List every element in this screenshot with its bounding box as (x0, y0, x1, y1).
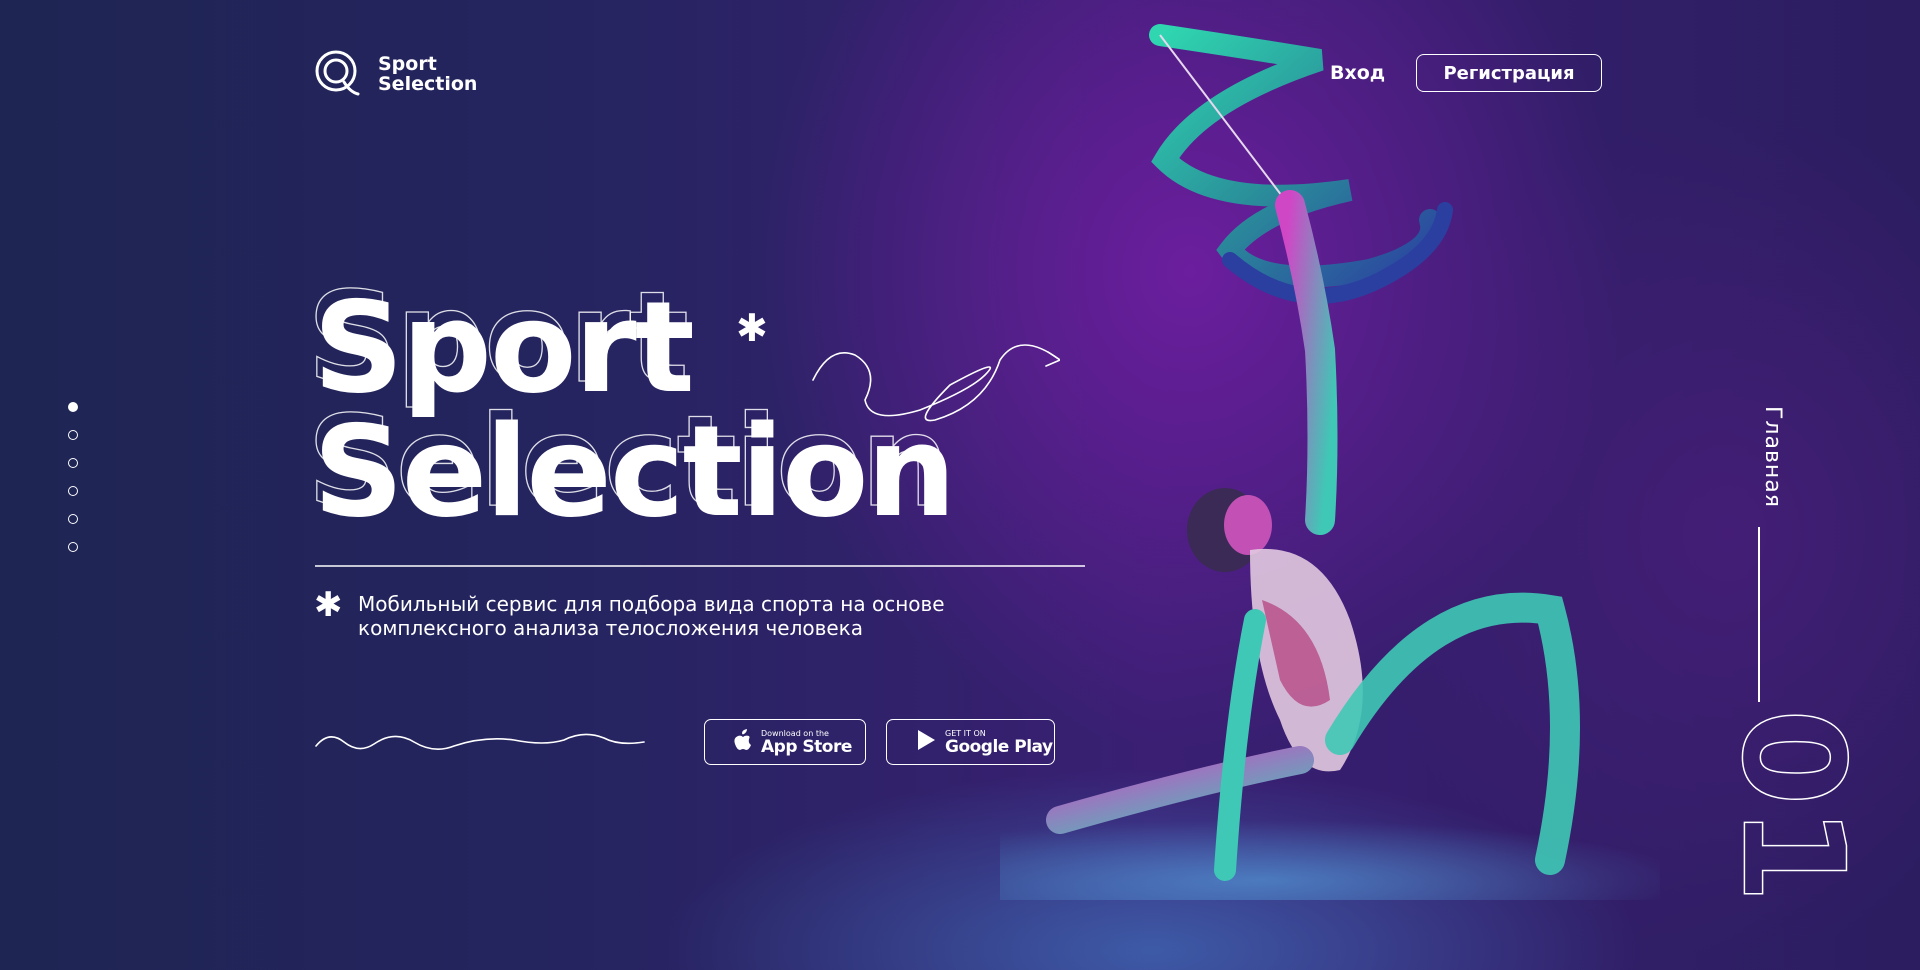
squiggle-arrow-icon (812, 344, 1060, 422)
vertical-line (1758, 527, 1760, 702)
hero-description-line1: Мобильный сервис для подбора вида спорта… (358, 592, 945, 616)
logo-text-line1: Sport (378, 53, 437, 75)
play-icon (915, 729, 937, 756)
app-store-big-label: App Store (761, 736, 852, 757)
apple-icon (733, 728, 753, 756)
google-play-big-label: Google Play (945, 736, 1053, 757)
gymnast-image (1000, 24, 1660, 900)
nav-dot-5[interactable] (68, 514, 78, 524)
wave-line-icon (315, 733, 645, 750)
google-play-button[interactable]: GET IT ON Google Play (886, 719, 1055, 765)
page-number: 01 (1710, 708, 1875, 904)
nav-dot-3[interactable] (68, 458, 78, 468)
asterisk-icon-description: ✱ (314, 585, 343, 625)
google-play-text: GET IT ON Google Play (945, 729, 1053, 756)
section-nav (68, 402, 78, 552)
logo-text-line2: Selection (378, 73, 478, 95)
nav-dot-2[interactable] (68, 430, 78, 440)
app-store-button[interactable]: Download on the App Store (704, 719, 866, 765)
logo-text: Sport Selection (378, 54, 477, 94)
nav-dot-4[interactable] (68, 486, 78, 496)
app-store-text: Download on the App Store (761, 729, 852, 756)
divider (315, 565, 1085, 567)
hero-description: Мобильный сервис для подбора вида спорта… (358, 592, 1018, 640)
nav-dot-6[interactable] (68, 542, 78, 552)
asterisk-icon: ✱ (736, 306, 768, 350)
logo[interactable]: Sport Selection (314, 48, 477, 100)
nav-dot-1[interactable] (68, 402, 78, 412)
hero-description-line2: комплексного анализа телосложения челове… (358, 616, 864, 640)
section-label: Главная (1760, 406, 1785, 509)
logo-icon (315, 50, 360, 96)
